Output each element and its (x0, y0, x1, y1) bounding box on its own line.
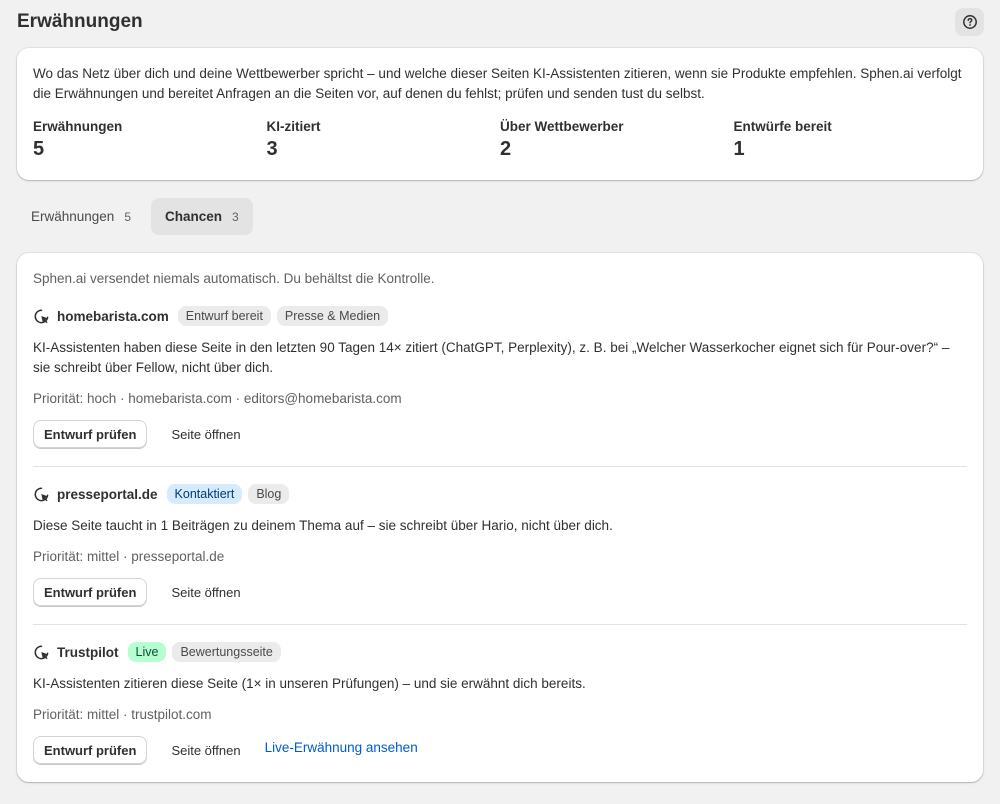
item-description: Diese Seite taucht in 1 Beiträgen zu dei… (33, 518, 613, 533)
cursor-click-icon (33, 643, 51, 661)
item-actions: Entwurf prüfen Seite öffnen Live-Erwähnu… (33, 736, 967, 764)
item-meta: Priorität: mittel · trustpilot.com (33, 707, 212, 722)
item-header: homebarista.com Entwurf bereit Presse & … (33, 305, 967, 327)
item-name: presseportal.de (57, 486, 158, 502)
tab-label: Erwähnungen (31, 209, 115, 224)
stat-value: 1 (733, 138, 745, 160)
open-page-button[interactable]: Seite öffnen (160, 420, 251, 448)
tabs: Erwähnungen 5 Chancen 3 (17, 198, 253, 235)
opportunity-item: Trustpilot Live Bewertungsseite KI-Assis… (33, 641, 967, 764)
question-circle-icon (962, 15, 977, 29)
open-page-button[interactable]: Seite öffnen (160, 736, 251, 764)
status-badge: Live (127, 642, 167, 662)
category-badge: Presse & Medien (276, 306, 389, 326)
help-button[interactable] (955, 8, 984, 36)
item-actions: Entwurf prüfen Seite öffnen (33, 420, 967, 448)
tab-opportunities[interactable]: Chancen 3 (151, 198, 253, 235)
stats-row: Erwähnungen 5 KI-zitiert 3 Über Wettbewe… (33, 118, 967, 161)
divider (33, 624, 967, 625)
opportunities-card: Sphen.ai versendet niemals automatisch. … (17, 253, 983, 782)
item-header: Trustpilot Live Bewertungsseite (33, 641, 967, 663)
opportunity-item: presseportal.de Kontaktiert Blog Diese S… (33, 483, 967, 606)
tab-count: 5 (124, 209, 132, 224)
tab-count: 3 (232, 209, 239, 224)
stat-ai-cited: KI-zitiert 3 (267, 118, 501, 161)
stat-label: Erwähnungen (33, 119, 123, 134)
stat-value: 3 (266, 138, 278, 160)
item-description: KI-Assistenten haben diese Seite in den … (33, 340, 950, 375)
opportunities-note: Sphen.ai versendet niemals automatisch. … (33, 271, 435, 286)
item-name: homebarista.com (57, 308, 169, 324)
item-meta: Priorität: mittel · presseportal.de (33, 549, 225, 564)
view-live-mention-link[interactable]: Live-Erwähnung ansehen (265, 740, 418, 755)
tab-mentions[interactable]: Erwähnungen 5 (17, 198, 145, 235)
summary-card: Wo das Netz über dich und deine Wettbewe… (17, 48, 983, 180)
category-badge: Bewertungsseite (172, 642, 281, 662)
review-draft-button[interactable]: Entwurf prüfen (33, 578, 148, 606)
stat-value: 2 (500, 138, 512, 160)
stat-value: 5 (33, 138, 45, 160)
review-draft-button[interactable]: Entwurf prüfen (33, 420, 148, 448)
open-page-button[interactable]: Seite öffnen (160, 578, 251, 606)
cursor-click-icon (33, 307, 51, 325)
item-actions: Entwurf prüfen Seite öffnen (33, 578, 967, 606)
status-badge: Entwurf bereit (177, 306, 271, 326)
opportunity-item: homebarista.com Entwurf bereit Presse & … (33, 305, 967, 448)
item-name: Trustpilot (57, 644, 119, 660)
stat-drafts-ready: Entwürfe bereit 1 (734, 118, 968, 161)
stat-label: KI-zitiert (266, 119, 321, 134)
cursor-click-icon (33, 485, 51, 503)
review-draft-button[interactable]: Entwurf prüfen (33, 736, 148, 764)
stat-label: Entwürfe bereit (733, 119, 832, 134)
category-badge: Blog (248, 484, 290, 504)
divider (33, 466, 967, 467)
summary-text: Wo das Netz über dich und deine Wettbewe… (33, 66, 962, 101)
stat-label: Über Wettbewerber (500, 119, 624, 134)
item-header: presseportal.de Kontaktiert Blog (33, 483, 967, 505)
status-badge: Kontaktiert (166, 484, 243, 504)
item-description: KI-Assistenten zitieren diese Seite (1× … (33, 676, 586, 691)
item-meta: Priorität: hoch · homebarista.com · edit… (33, 391, 402, 406)
stat-about-competitors: Über Wettbewerber 2 (500, 118, 734, 161)
page-header: Erwähnungen (17, 8, 984, 36)
page-title: Erwähnungen (17, 11, 143, 32)
tab-label: Chancen (165, 209, 223, 224)
stat-mentions: Erwähnungen 5 (33, 118, 267, 161)
